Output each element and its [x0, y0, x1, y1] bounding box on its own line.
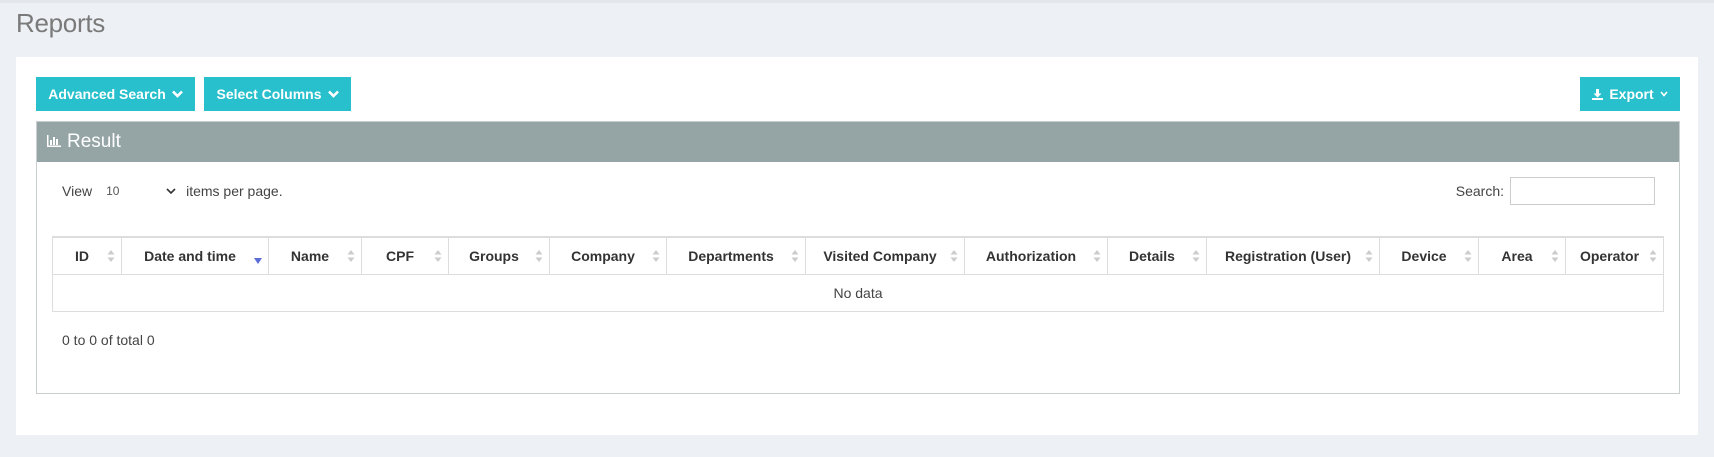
sort-icon	[535, 250, 543, 262]
export-label: Export	[1609, 86, 1654, 102]
column-header-visited-company[interactable]: Visited Company	[805, 236, 965, 275]
column-header-name[interactable]: Name	[268, 236, 362, 275]
sort-icon	[434, 250, 442, 262]
chevron-down-icon	[327, 90, 339, 98]
column-header-details[interactable]: Details	[1107, 236, 1207, 275]
export-button[interactable]: Export	[1580, 77, 1680, 111]
top-strip	[0, 0, 1714, 3]
download-icon	[1592, 88, 1604, 100]
column-header-id[interactable]: ID	[52, 236, 122, 275]
column-header-device[interactable]: Device	[1379, 236, 1479, 275]
table-row: No data	[52, 274, 1664, 312]
column-header-registration-user[interactable]: Registration (User)	[1206, 236, 1380, 275]
column-header-company[interactable]: Company	[549, 236, 667, 275]
search-label: Search:	[1455, 183, 1504, 199]
sort-icon	[1649, 250, 1657, 262]
column-header-groups[interactable]: Groups	[448, 236, 550, 275]
advanced-search-button[interactable]: Advanced Search	[36, 77, 195, 111]
chevron-down-icon	[1660, 91, 1668, 97]
chevron-down-icon	[171, 90, 183, 98]
view-label: View	[62, 183, 93, 199]
sort-icon	[791, 250, 799, 262]
page-title: Reports	[16, 8, 105, 38]
result-title: Result	[67, 131, 121, 152]
column-header-cpf[interactable]: CPF	[361, 236, 449, 275]
sort-icon	[1093, 250, 1101, 262]
select-columns-button[interactable]: Select Columns	[204, 77, 351, 111]
sort-icon	[1365, 250, 1373, 262]
sort-icon	[950, 250, 958, 262]
column-header-operator[interactable]: Operator	[1565, 236, 1664, 275]
advanced-search-label: Advanced Search	[48, 86, 166, 102]
sort-icon	[347, 250, 355, 262]
results-table: ID Date and time Name CPF Groups Company…	[52, 236, 1664, 312]
pagination-info: 0 to 0 of total 0	[62, 332, 155, 348]
bar-chart-icon	[47, 131, 61, 153]
column-header-authorization[interactable]: Authorization	[964, 236, 1108, 275]
select-columns-label: Select Columns	[216, 86, 322, 102]
sort-icon	[1551, 250, 1559, 262]
sort-icon	[107, 250, 115, 262]
sort-icon	[1464, 250, 1472, 262]
sort-icon	[652, 250, 660, 262]
search-control: Search:	[1456, 177, 1655, 205]
empty-message: No data	[52, 274, 1664, 312]
items-per-page-label: items per page.	[186, 183, 283, 199]
search-input[interactable]	[1510, 177, 1655, 205]
reports-panel: Advanced Search Select Columns Export Re…	[16, 57, 1698, 435]
column-header-area[interactable]: Area	[1478, 236, 1566, 275]
column-header-departments[interactable]: Departments	[666, 236, 806, 275]
chevron-down-icon	[166, 184, 176, 198]
result-box: Result View 10 items per page. Search: I…	[36, 121, 1680, 394]
page-size-control: View 10 items per page.	[62, 183, 283, 199]
page-size-value: 10	[106, 184, 120, 198]
sort-desc-icon	[254, 257, 262, 264]
sort-icon	[1192, 250, 1200, 262]
column-header-date-time[interactable]: Date and time	[121, 236, 269, 275]
result-header: Result	[37, 122, 1679, 162]
page-size-select[interactable]: 10	[106, 184, 178, 198]
table-header-row: ID Date and time Name CPF Groups Company…	[52, 236, 1664, 275]
